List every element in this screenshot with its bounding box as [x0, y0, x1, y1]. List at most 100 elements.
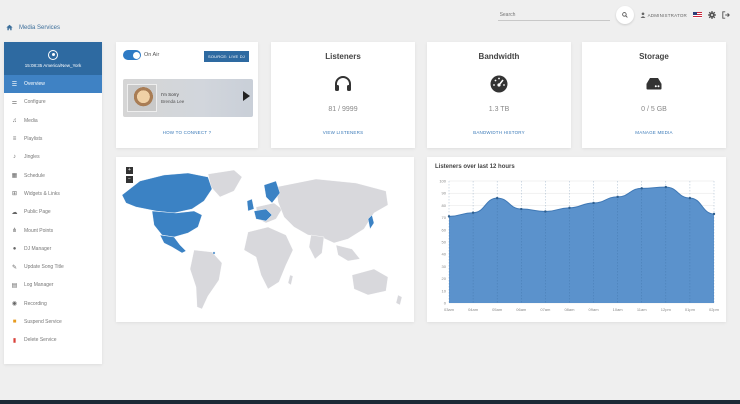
sidebar-item-label: Log Manager [24, 282, 54, 289]
x-tick-label: 11am [637, 307, 647, 312]
sidebar-item-dj-manager[interactable]: ● DJ Manager [4, 240, 102, 258]
madagascar-shape [287, 274, 294, 286]
source-button[interactable]: SOURCE: LIVE DJ [203, 51, 249, 62]
sidebar: 15:08:35 America/New_York ☰ Overview ⚌ Conf… [4, 42, 102, 364]
x-tick-label: 01pm [685, 307, 696, 312]
sidebar-item-update-song-title[interactable]: ✎ Update Song Title [4, 258, 102, 276]
asia-shape [275, 178, 389, 244]
record-icon: ◉ [11, 301, 18, 308]
bandwidth-history-link[interactable]: BANDWIDTH HISTORY [427, 130, 571, 135]
mexico-shape [159, 234, 187, 254]
australia-shape [351, 268, 389, 296]
music-note-icon: ♫ [12, 117, 17, 124]
data-point [520, 207, 523, 211]
storage-card: Storage 0 / 5 GB MANAGE MEDIA [582, 42, 726, 148]
sidebar-item-label: Schedule [24, 172, 45, 179]
how-to-connect-link[interactable]: HOW TO CONNECT ? [116, 130, 258, 135]
uk-shape [246, 198, 255, 212]
x-tick-label: 05am [492, 307, 503, 312]
zoom-out-button[interactable]: − [126, 176, 133, 183]
on-air-toggle[interactable] [123, 50, 141, 60]
x-tick-label: 04am [468, 307, 479, 312]
sidebar-item-configure[interactable]: ⚌ Configure [4, 93, 102, 111]
user-menu[interactable]: ADMINISTRATOR [640, 12, 687, 18]
view-listeners-link[interactable]: VIEW LISTENERS [271, 130, 415, 135]
x-tick-label: 12pm [661, 307, 672, 312]
calendar-icon: ▦ [11, 173, 18, 180]
data-point [616, 195, 619, 199]
x-tick-label: 03am [444, 307, 455, 312]
x-tick-label: 09am [589, 307, 600, 312]
sidebar-item-delete-service[interactable]: ▮ Delete Service [4, 331, 102, 349]
sidebar-item-label: Playlists [24, 136, 43, 143]
sidebar-item-label: Configure [24, 99, 46, 106]
sidebar-item-media[interactable]: ♫ Media [4, 112, 102, 130]
x-tick-label: 02pm [709, 307, 720, 312]
microphone-icon: ● [12, 245, 17, 252]
station-header: 15:08:35 America/New_York [4, 42, 102, 75]
data-point [447, 215, 451, 218]
listeners-title: Listeners [325, 52, 361, 61]
track-title: I'm Sorry [161, 92, 179, 97]
logout-icon[interactable] [722, 11, 730, 19]
speedometer-icon [490, 75, 508, 93]
y-tick-label: 80 [442, 203, 447, 208]
sidebar-item-label: Delete Service [24, 337, 57, 344]
south-america-shape [189, 249, 223, 310]
listeners-area [449, 187, 714, 303]
y-tick-label: 40 [442, 252, 447, 257]
sidebar-item-public-page[interactable]: ☁ Public Page [4, 203, 102, 221]
data-point [495, 196, 499, 200]
sidebar-item-log-manager[interactable]: ▤ Log Manager [4, 276, 102, 294]
play-icon[interactable] [243, 91, 250, 101]
sidebar-item-label: Widgets & Links [24, 190, 60, 197]
manage-media-link[interactable]: MANAGE MEDIA [582, 130, 726, 135]
sidebar-item-suspend-service[interactable]: ■ Suspend Service [4, 313, 102, 331]
on-air-toggle-row[interactable]: On Air [123, 50, 159, 60]
data-point [688, 196, 692, 200]
data-point [568, 206, 571, 210]
x-tick-label: 10am [613, 307, 624, 312]
user-label: ADMINISTRATOR [647, 12, 687, 18]
y-tick-label: 50 [442, 240, 447, 245]
bandwidth-card: Bandwidth 1.3 TB BANDWIDTH HISTORY [427, 42, 571, 148]
sidebar-item-label: Mount Points [24, 227, 54, 234]
sliders-icon: ⚌ [11, 99, 18, 106]
playlist-icon: ≡ [12, 136, 17, 143]
usa-shape [151, 210, 203, 238]
data-point [664, 185, 668, 189]
radio-station-icon [48, 49, 58, 60]
sidebar-item-playlists[interactable]: ≡ Playlists [4, 130, 102, 148]
africa-shape [243, 226, 294, 290]
sidebar-item-widgets-links[interactable]: ⊞ Widgets & Links [4, 185, 102, 203]
search-button[interactable] [615, 6, 634, 24]
edit-icon: ✎ [11, 264, 18, 271]
bottom-border [0, 400, 740, 404]
grid-icon: ⊞ [11, 191, 18, 198]
sidebar-item-label: Overview [24, 81, 45, 88]
bandwidth-title: Bandwidth [478, 52, 520, 61]
breadcrumb[interactable]: Media Services [6, 24, 60, 31]
data-point [640, 187, 643, 190]
y-tick-label: 10 [442, 288, 447, 293]
zoom-in-button[interactable]: + [126, 167, 133, 174]
sidebar-item-overview[interactable]: ☰ Overview [4, 75, 102, 94]
sidebar-item-schedule[interactable]: ▦ Schedule [4, 166, 102, 184]
sidebar-item-label: Recording [24, 300, 47, 307]
listener-map: + − [116, 157, 414, 322]
y-tick-label: 0 [444, 301, 447, 306]
caribbean-marker [212, 251, 216, 255]
canada-shape [121, 172, 213, 214]
y-tick-label: 60 [442, 227, 447, 232]
search-input[interactable] [497, 9, 610, 21]
greenland-shape [207, 169, 243, 198]
gear-icon[interactable] [708, 11, 716, 19]
data-point [592, 201, 595, 205]
sidebar-item-label: Public Page [24, 209, 51, 216]
sidebar-item-label: Jingles [24, 154, 40, 161]
hdd-icon [646, 78, 662, 90]
sidebar-item-mount-points[interactable]: ⋔ Mount Points [4, 221, 102, 239]
sidebar-item-recording[interactable]: ◉ Recording [4, 295, 102, 313]
us-flag-icon[interactable] [693, 12, 702, 18]
sidebar-item-jingles[interactable]: ♪ Jingles [4, 148, 102, 166]
